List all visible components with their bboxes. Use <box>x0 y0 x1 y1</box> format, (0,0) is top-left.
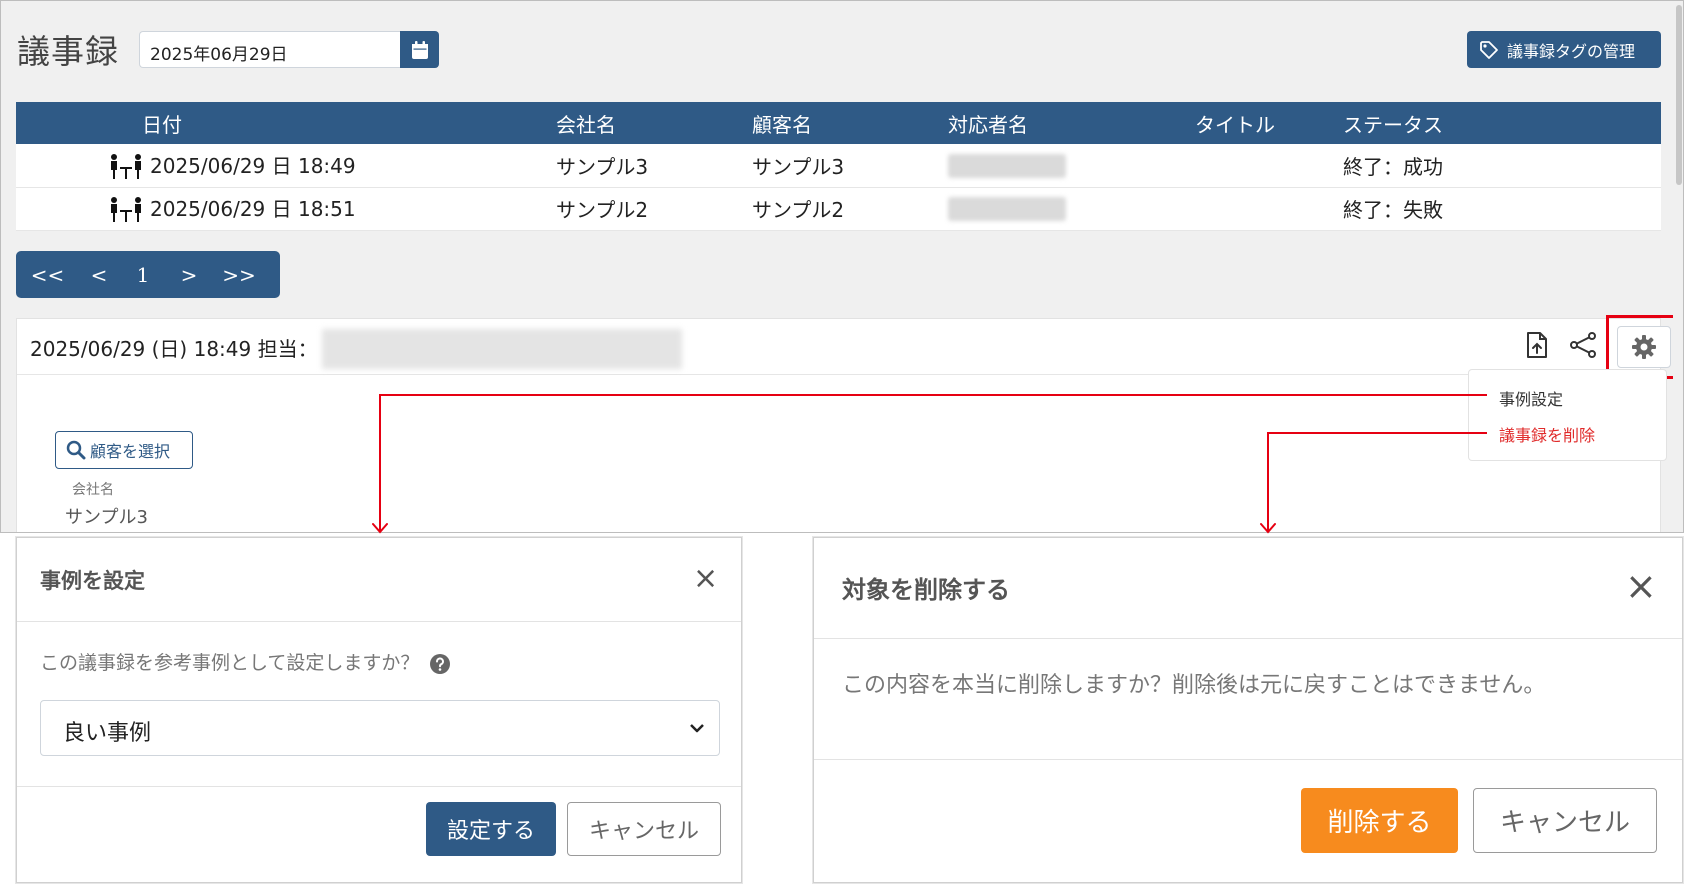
chevron-down-icon <box>690 724 704 733</box>
delete-dialog-footer-divider <box>814 759 1682 760</box>
close-icon[interactable]: × <box>1625 567 1657 605</box>
delete-cancel-button[interactable]: キャンセル <box>1473 788 1657 853</box>
case-type-selected-value: 良い事例 <box>63 721 152 746</box>
case-type-select[interactable]: 良い事例 <box>40 700 720 756</box>
case-dialog-question-text: この議事録を参考事例として設定しますか？ <box>40 652 420 674</box>
delete-dialog-title: 対象を削除する <box>842 576 1010 604</box>
case-cancel-button[interactable]: キャンセル <box>567 802 721 856</box>
delete-dialog-message: この内容を本当に削除しますか？削除後は元に戻すことはできません。 <box>842 673 1546 698</box>
set-case-button[interactable]: 設定する <box>426 802 556 856</box>
annotation-arrows <box>372 394 1487 534</box>
help-icon[interactable] <box>429 653 451 675</box>
case-setting-dialog: 事例を設定 × この議事録を参考事例として設定しますか？ 良い事例 設定する キ… <box>16 537 742 883</box>
delete-confirm-button[interactable]: 削除する <box>1301 788 1458 853</box>
delete-dialog: 対象を削除する × この内容を本当に削除しますか？削除後は元に戻すことはできませ… <box>813 537 1683 883</box>
arrow-to-case-dialog <box>379 394 1487 531</box>
case-dialog-title: 事例を設定 <box>40 569 145 593</box>
delete-dialog-divider <box>814 638 1682 639</box>
case-dialog-question: この議事録を参考事例として設定しますか？ <box>40 648 451 675</box>
case-dialog-divider <box>17 621 741 622</box>
close-icon[interactable]: × <box>693 564 718 594</box>
case-dialog-footer-divider <box>17 786 741 787</box>
arrow-to-delete-dialog <box>1267 432 1487 531</box>
